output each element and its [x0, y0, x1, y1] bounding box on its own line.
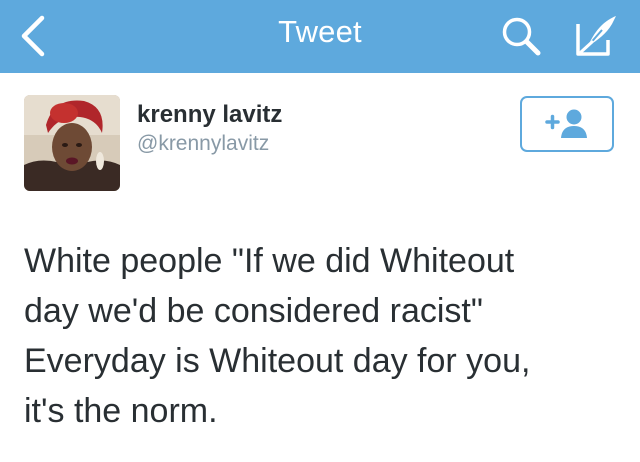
search-icon	[502, 17, 541, 56]
avatar[interactable]	[24, 95, 120, 191]
author-display-name[interactable]: krenny lavitz	[137, 101, 282, 129]
follow-button[interactable]	[520, 96, 614, 152]
tweet-text-line: day we'd be considered racist"	[24, 292, 483, 330]
compose-button[interactable]	[572, 12, 622, 60]
tweet-text-line: White people "If we did Whiteout	[24, 242, 515, 280]
tweet-text-line: Everyday is Whiteout day for you,	[24, 342, 531, 380]
search-button[interactable]	[497, 14, 547, 58]
tweet-text: White people "If we did Whiteout day we'…	[24, 236, 624, 436]
navigation-bar: Tweet	[0, 0, 640, 73]
compose-icon	[576, 16, 616, 56]
author-handle[interactable]: @krennylavitz	[137, 131, 269, 157]
tweet-text-line: it's the norm.	[24, 392, 218, 430]
profile-photo	[24, 95, 120, 191]
add-user-icon	[545, 109, 587, 138]
